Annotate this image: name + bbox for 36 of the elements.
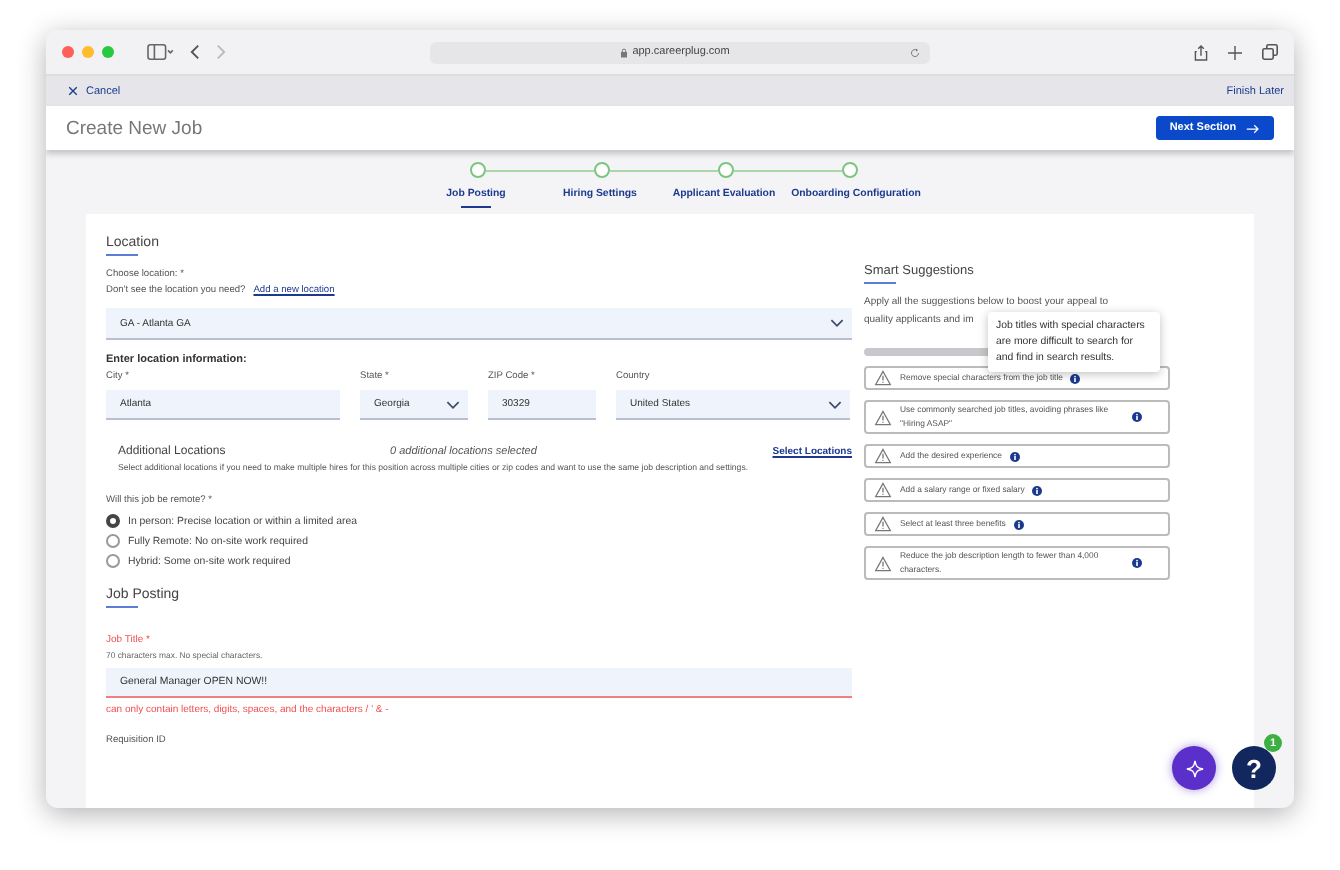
tab-overview-icon[interactable] bbox=[1262, 44, 1278, 60]
radio-button[interactable] bbox=[106, 534, 120, 548]
reload-icon[interactable] bbox=[910, 47, 920, 57]
step-connector bbox=[734, 169, 842, 171]
radio-button[interactable] bbox=[106, 554, 120, 568]
new-tab-icon[interactable] bbox=[1228, 45, 1242, 59]
info-icon[interactable] bbox=[1132, 558, 1142, 568]
share-icon[interactable] bbox=[1194, 43, 1208, 61]
radio-button[interactable] bbox=[106, 514, 120, 528]
chevron-down-icon bbox=[830, 318, 844, 328]
sidebar-icon[interactable] bbox=[146, 44, 174, 60]
info-icon[interactable] bbox=[1013, 519, 1024, 529]
close-icon bbox=[68, 86, 78, 96]
info-icon[interactable] bbox=[1009, 451, 1020, 461]
warning-icon bbox=[874, 448, 892, 464]
back-icon[interactable] bbox=[190, 44, 200, 60]
chevron-down-icon bbox=[828, 399, 842, 409]
step-connector bbox=[610, 169, 718, 171]
heading-underline bbox=[106, 606, 138, 608]
heading-underline bbox=[106, 254, 138, 256]
heading-underline bbox=[864, 282, 896, 284]
info-icon[interactable] bbox=[1032, 485, 1043, 495]
info-icon[interactable] bbox=[1132, 412, 1142, 422]
sparkle-icon bbox=[1185, 759, 1203, 777]
warning-icon bbox=[874, 370, 892, 386]
chevron-down-icon bbox=[446, 399, 460, 409]
warning-icon bbox=[874, 555, 892, 571]
warning-icon bbox=[874, 482, 892, 498]
close-light[interactable] bbox=[62, 46, 74, 58]
warning-icon bbox=[874, 516, 892, 532]
step-connector bbox=[486, 169, 594, 171]
warning-icon bbox=[874, 409, 892, 425]
lock-icon bbox=[620, 47, 629, 57]
page-title: Create New Job bbox=[66, 117, 203, 139]
info-icon[interactable] bbox=[1070, 373, 1081, 383]
arrow-right-icon bbox=[1246, 123, 1261, 133]
